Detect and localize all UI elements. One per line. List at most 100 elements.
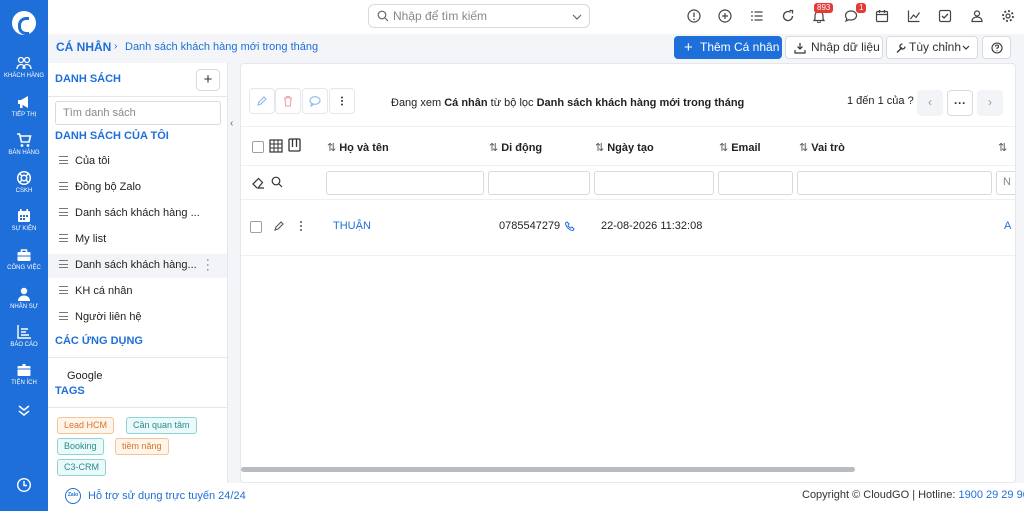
app-logo[interactable] bbox=[12, 11, 36, 35]
comment-button[interactable] bbox=[302, 88, 328, 114]
pagination-total-unknown[interactable]: ? bbox=[908, 95, 914, 107]
delete-button[interactable] bbox=[275, 88, 301, 114]
copyright-text: Copyright © CloudGO | Hotline: bbox=[802, 489, 956, 501]
calendar-icon[interactable] bbox=[875, 9, 889, 23]
edit-button[interactable] bbox=[249, 88, 275, 114]
list-search-input[interactable] bbox=[63, 106, 213, 120]
next-page-button[interactable]: › bbox=[977, 90, 1003, 116]
list-icon[interactable] bbox=[750, 9, 764, 23]
checkbox-icon[interactable] bbox=[938, 9, 952, 23]
filter-more[interactable]: N bbox=[996, 171, 1015, 195]
filter-input[interactable] bbox=[333, 176, 458, 190]
nav-tasks[interactable]: CÔNG VIỆC bbox=[0, 247, 48, 271]
import-data-button[interactable]: Nhập dữ liệu bbox=[785, 36, 883, 59]
column-email[interactable]: ⇅ Email bbox=[719, 141, 761, 154]
table-header: ⇅ Họ và tên ⇅ Di động ⇅ Ngày tạo ⇅ Email ⇅ Va… bbox=[241, 126, 1015, 166]
select-all-checkbox[interactable] bbox=[252, 141, 264, 153]
search-icon[interactable] bbox=[271, 176, 283, 188]
filter-full-name[interactable] bbox=[326, 171, 484, 195]
more-actions-button[interactable] bbox=[329, 88, 355, 114]
row-checkbox[interactable] bbox=[250, 221, 262, 233]
chart-icon[interactable] bbox=[907, 9, 921, 23]
filter-email[interactable] bbox=[718, 171, 793, 195]
support-link[interactable]: Hỗ trợ sử dụng trực tuyến 24/24 bbox=[88, 490, 246, 502]
phone-icon[interactable] bbox=[565, 221, 575, 231]
list-item[interactable]: Của tôi bbox=[48, 150, 227, 174]
filter-mobile[interactable] bbox=[488, 171, 590, 195]
gear-icon[interactable] bbox=[1001, 9, 1015, 23]
column-more[interactable]: ⇅ bbox=[998, 141, 1010, 154]
megaphone-icon bbox=[18, 96, 28, 108]
list-item[interactable]: Đồng bộ Zalo bbox=[48, 176, 227, 200]
filter-input[interactable] bbox=[495, 176, 575, 190]
nav-reports[interactable]: BÁO CÁO bbox=[0, 324, 48, 348]
list-item-active[interactable]: Danh sách khách hàng... · · · bbox=[48, 254, 227, 278]
nav-label: CSKH bbox=[15, 188, 33, 194]
table-icon[interactable] bbox=[269, 139, 283, 153]
list-item[interactable]: KH cá nhân bbox=[48, 280, 227, 304]
list-item[interactable]: Người liên hệ bbox=[48, 306, 227, 330]
global-search[interactable] bbox=[368, 4, 590, 28]
wrench-icon bbox=[896, 43, 906, 53]
column-full-name[interactable]: ⇅ Họ và tên bbox=[327, 141, 389, 154]
eraser-icon[interactable] bbox=[252, 177, 266, 189]
breadcrumb-current-list[interactable]: Danh sách khách hàng mới trong tháng bbox=[125, 41, 318, 53]
add-list-button[interactable]: + bbox=[196, 69, 220, 91]
cell-partial[interactable]: A bbox=[1004, 220, 1011, 232]
columns-icon[interactable] bbox=[288, 138, 301, 152]
cell-full-name[interactable]: THUẬN bbox=[333, 220, 371, 232]
nav-label: SỰ KIỆN bbox=[11, 226, 37, 232]
horizontal-scrollbar[interactable] bbox=[241, 467, 855, 472]
zalo-icon[interactable]: Zalo bbox=[65, 488, 81, 504]
column-mobile[interactable]: ⇅ Di động bbox=[489, 141, 542, 154]
apps-title: CÁC ỨNG DỤNG bbox=[55, 335, 143, 347]
chevron-left-icon: ‹ bbox=[928, 95, 932, 109]
prev-page-button[interactable]: ‹ bbox=[917, 90, 943, 116]
nav-sales[interactable]: BÁN HÀNG bbox=[0, 132, 48, 156]
search-input[interactable] bbox=[393, 8, 563, 24]
nav-history[interactable] bbox=[0, 477, 48, 493]
info-icon[interactable] bbox=[687, 9, 701, 23]
list-search[interactable] bbox=[55, 101, 221, 125]
list-item[interactable]: My list bbox=[48, 228, 227, 252]
refresh-icon[interactable] bbox=[781, 9, 795, 23]
page-more-button[interactable]: ··· bbox=[947, 90, 973, 116]
filter-input[interactable] bbox=[804, 176, 959, 190]
search-icon bbox=[377, 10, 389, 22]
more-vertical-icon[interactable] bbox=[298, 220, 304, 232]
pencil-icon[interactable] bbox=[273, 220, 285, 232]
filter-role[interactable] bbox=[797, 171, 992, 195]
customize-button[interactable]: Tùy chỉnh bbox=[886, 36, 978, 59]
filter-input[interactable] bbox=[725, 176, 784, 190]
tag[interactable]: Cần quan tâm bbox=[126, 417, 197, 434]
chevron-down-icon[interactable] bbox=[572, 12, 582, 22]
hotline-number[interactable]: 1900 29 29 90 bbox=[958, 489, 1024, 501]
nav-utilities[interactable]: TIỆN ÍCH bbox=[0, 362, 48, 386]
list-icon bbox=[59, 156, 68, 164]
sort-icon: ⇅ bbox=[719, 142, 729, 154]
nav-customers[interactable]: KHÁCH HÀNG bbox=[0, 55, 48, 79]
nav-marketing[interactable]: TIẾP THỊ bbox=[0, 94, 48, 118]
filter-input[interactable] bbox=[601, 176, 696, 190]
tag[interactable]: Lead HCM bbox=[57, 417, 115, 434]
column-role[interactable]: ⇅ Vai trò bbox=[799, 141, 845, 154]
table-row[interactable]: THUẬN 0785547279 22-08-2026 11:32:08 A bbox=[241, 200, 1015, 256]
column-created-date[interactable]: ⇅ Ngày tạo bbox=[595, 141, 654, 154]
nav-customer-care[interactable]: CSKH bbox=[0, 170, 48, 194]
add-circle-icon[interactable] bbox=[718, 9, 732, 23]
app-item-google[interactable]: Google bbox=[67, 370, 102, 382]
help-button[interactable] bbox=[982, 36, 1011, 59]
tag[interactable]: tiềm năng bbox=[115, 438, 169, 455]
nav-hr[interactable]: NHÂN SỰ bbox=[0, 286, 48, 310]
filter-created-date[interactable] bbox=[594, 171, 714, 195]
tag[interactable]: Booking bbox=[57, 438, 104, 455]
add-person-button[interactable]: + Thêm Cá nhân bbox=[674, 36, 782, 59]
tag[interactable]: C3-CRM bbox=[57, 459, 106, 476]
nav-expand[interactable] bbox=[0, 402, 48, 418]
breadcrumb-module[interactable]: CÁ NHÂN bbox=[56, 40, 111, 54]
calendar-icon bbox=[18, 209, 30, 222]
nav-events[interactable]: SỰ KIỆN bbox=[0, 208, 48, 232]
more-vertical-icon[interactable]: · · · bbox=[206, 255, 210, 276]
user-icon[interactable] bbox=[970, 9, 984, 23]
list-item[interactable]: Danh sách khách hàng ... bbox=[48, 202, 227, 226]
